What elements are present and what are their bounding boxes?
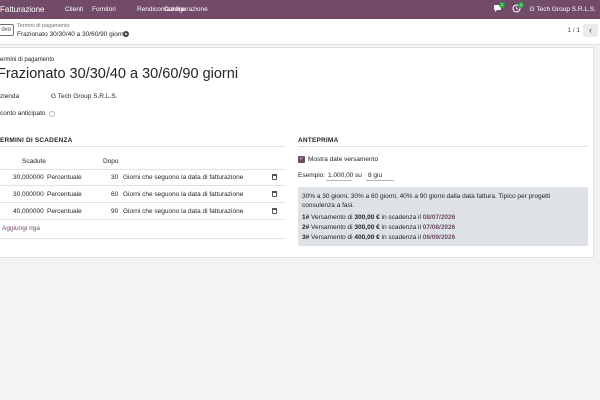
preview-section-title: ANTEPRIMA xyxy=(298,137,339,144)
control-panel: ovo Termini di pagamento Frazionato 30/3… xyxy=(0,19,600,45)
company-label: zienda xyxy=(0,93,20,100)
preview-box: 30% a 30 giorni, 30% a 60 giorni, 40% a … xyxy=(298,187,588,246)
row-days: 30 xyxy=(111,174,119,181)
installment-text: in scadenza il xyxy=(381,214,421,221)
trash-icon[interactable] xyxy=(272,191,277,197)
activity-count-badge: 4 xyxy=(518,2,524,8)
pager-value[interactable]: 1 / 1 xyxy=(567,27,580,34)
installment-amount: 300,00 € xyxy=(354,224,380,231)
example-label: Esempio: xyxy=(298,172,326,179)
installment-date: 08/07/2026 xyxy=(422,214,456,221)
installment-amount: 400,00 € xyxy=(354,234,380,241)
company-field[interactable]: G Tech Group S.R.L.S. xyxy=(51,93,117,100)
menu-clienti[interactable]: Clienti xyxy=(65,6,83,13)
example-date-input[interactable]: 8 giu xyxy=(366,171,394,181)
gear-icon[interactable] xyxy=(123,31,129,37)
table-row[interactable]: 30,000000 Percentuale 60 Giorni che segu… xyxy=(0,187,285,203)
installment-number: 3# xyxy=(302,234,310,241)
preview-section-divider xyxy=(298,146,588,147)
company-switcher[interactable]: G Tech Group S.R.L.S. xyxy=(530,6,596,13)
installment-number: 2# xyxy=(302,224,310,231)
row-days: 60 xyxy=(111,191,119,198)
preview-description: 30% a 30 giorni, 30% a 60 giorni, 40% a … xyxy=(302,193,551,209)
top-navbar: Fatturazione Clienti Fornitori Rendicont… xyxy=(0,0,600,19)
breadcrumb-parent[interactable]: Termini di pagamento xyxy=(17,23,70,29)
installment-line: 3# Versamento di 400,00 € in scadenza il… xyxy=(302,234,455,241)
installment-text: Versamento di xyxy=(311,234,353,241)
on-label: su xyxy=(355,172,362,179)
row-option: Giorni che seguono la data di fatturazio… xyxy=(123,174,244,181)
row-value: 40,000000 xyxy=(13,208,44,215)
example-amount-input[interactable]: 1.000,00 xyxy=(326,171,354,181)
row-type: Percentuale xyxy=(47,191,82,198)
installment-date: 06/09/2026 xyxy=(422,234,456,241)
example-amount-value: 1.000,00 xyxy=(328,172,354,179)
row-option: Giorni che seguono la data di fatturazio… xyxy=(123,191,244,198)
installment-text: in scadenza il xyxy=(381,234,421,241)
table-row[interactable]: 40,000000 Percentuale 90 Giorni che segu… xyxy=(0,204,285,220)
installment-text: Versamento di xyxy=(311,214,353,221)
menu-configurazione[interactable]: Configurazione xyxy=(164,6,208,13)
installment-amount: 300,00 € xyxy=(354,214,380,221)
installment-text: Versamento di xyxy=(311,224,353,231)
row-days: 90 xyxy=(111,208,119,215)
installment-line: 1# Versamento di 300,00 € in scadenza il… xyxy=(302,214,455,221)
name-label: ermini di pagamento xyxy=(0,57,55,63)
menu-fornitori[interactable]: Fornitori xyxy=(92,6,116,13)
column-header-after[interactable]: Dopo xyxy=(103,158,119,165)
table-footer-divider xyxy=(0,238,285,239)
early-discount-label: conto anticipato xyxy=(0,110,46,117)
example-date-value: 8 giu xyxy=(368,172,383,179)
trash-icon[interactable] xyxy=(272,174,277,180)
activity-icon[interactable]: 4 xyxy=(512,2,524,14)
terms-section-title: ERMINI DI SCADENZA xyxy=(0,137,73,144)
installment-text: in scadenza il xyxy=(381,224,421,231)
column-header-due[interactable]: Scadute xyxy=(22,158,46,165)
show-dates-checkbox[interactable]: ✓ xyxy=(298,156,305,163)
installment-line: 2# Versamento di 300,00 € in scadenza il… xyxy=(302,224,455,231)
breadcrumb-current: Frazionato 30/30/40 a 30/60/90 giorni xyxy=(17,31,126,38)
chat-icon[interactable]: 1 xyxy=(493,2,505,14)
installment-date: 07/08/2026 xyxy=(422,224,456,231)
row-type: Percentuale xyxy=(47,208,82,215)
row-type: Percentuale xyxy=(47,174,82,181)
record-title[interactable]: Frazionato 30/30/40 a 30/60/90 giorni xyxy=(0,66,238,82)
table-row[interactable]: 30,000000 Percentuale 30 Giorni che segu… xyxy=(0,170,285,186)
trash-icon[interactable] xyxy=(272,208,277,214)
row-option: Giorni che seguono la data di fatturazio… xyxy=(123,208,244,215)
installment-number: 1# xyxy=(302,214,310,221)
row-value: 30,000000 xyxy=(13,174,44,181)
early-discount-checkbox[interactable] xyxy=(49,111,55,117)
terms-section-divider xyxy=(0,146,285,147)
new-button[interactable]: ovo xyxy=(0,24,14,36)
row-value: 30,000000 xyxy=(13,191,44,198)
app-name[interactable]: Fatturazione xyxy=(0,5,44,14)
chat-count-badge: 1 xyxy=(499,2,505,8)
pager-previous-button[interactable]: ‹ xyxy=(583,24,598,37)
show-dates-label: Mostra date versamento xyxy=(308,156,379,163)
add-line-link[interactable]: Aggiungi riga xyxy=(2,225,40,232)
